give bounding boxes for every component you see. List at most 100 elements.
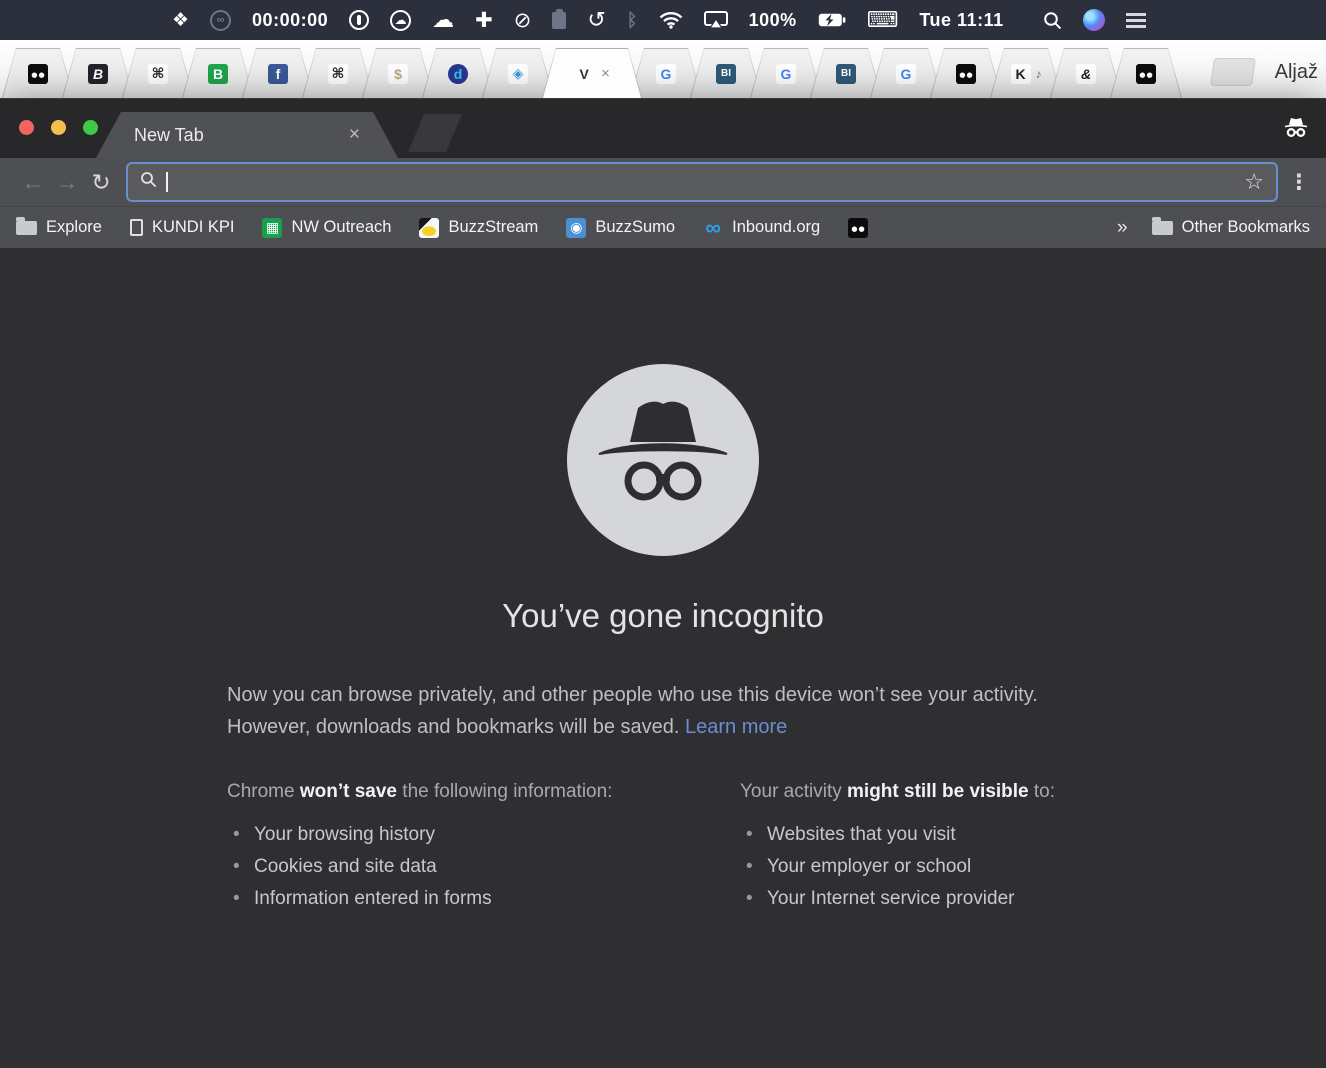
- knot-tab[interactable]: ⌘: [122, 48, 194, 98]
- dollar-tab[interactable]: $: [362, 48, 434, 98]
- dropbox-icon[interactable]: ❖: [172, 9, 189, 32]
- bookmark-nw-outreach[interactable]: ▦NW Outreach: [262, 218, 391, 238]
- bookmarks-overflow-chevron[interactable]: »: [1117, 217, 1128, 239]
- clock-label[interactable]: Tue 11:11: [919, 10, 1003, 31]
- bookmark-buzzstream[interactable]: BuzzStream: [419, 218, 538, 238]
- facebook-tab[interactable]: f: [242, 48, 314, 98]
- tab-content: G: [751, 49, 821, 98]
- siri-icon[interactable]: [1083, 9, 1105, 31]
- bookmark-label: BuzzStream: [448, 218, 538, 237]
- tab-content: $: [363, 49, 433, 98]
- k-audio-tab[interactable]: K♪: [990, 48, 1062, 98]
- macos-menu-bar: ❖ ∞ 00:00:00 ☁ ☁ ✚ ⊘ ↺ ᛒ 100%: [0, 0, 1326, 40]
- wifi-icon[interactable]: [659, 12, 683, 29]
- page-icon: [130, 219, 143, 236]
- traffic-lights: [19, 120, 98, 135]
- tab-content: B: [183, 49, 253, 98]
- active-v-tab[interactable]: V×: [542, 48, 642, 98]
- learn-more-link[interactable]: Learn more: [685, 716, 787, 738]
- circle-slash-icon[interactable]: ⊘: [514, 8, 532, 33]
- wont-save-column: Chrome won’t save the following informat…: [227, 781, 740, 915]
- knot-favicon: ⌘: [328, 64, 348, 84]
- notification-center-icon[interactable]: [1126, 13, 1146, 16]
- clipboard-icon[interactable]: [552, 12, 566, 29]
- bookmark-inbound-org[interactable]: ∞Inbound.org: [703, 218, 820, 238]
- bookmarks-right: » Other Bookmarks: [1117, 217, 1310, 239]
- other-bookmarks-folder[interactable]: Other Bookmarks: [1152, 218, 1310, 237]
- d-circle-favicon: d: [448, 64, 468, 84]
- incognito-page: You’ve gone incognito Now you can browse…: [0, 248, 1326, 1068]
- bookmark-explore[interactable]: Explore: [16, 218, 102, 237]
- new-tab-button[interactable]: [408, 114, 462, 152]
- bookmarks-bar: Explore KUNDI KPI ▦NW Outreach BuzzStream ◉B…: [0, 206, 1326, 248]
- bookmark-buzzsumo[interactable]: ◉BuzzSumo: [566, 218, 675, 238]
- password-keyhole-icon[interactable]: [349, 10, 369, 30]
- google-tab[interactable]: G: [750, 48, 822, 98]
- search-icon: [140, 171, 157, 193]
- audio-indicator-icon: ♪: [1036, 67, 1042, 81]
- omnibox[interactable]: ☆: [126, 162, 1278, 202]
- tab-content: ⌘: [303, 49, 373, 98]
- owl-icon: [848, 218, 868, 238]
- airplay-icon[interactable]: [704, 11, 728, 29]
- k-audio-favicon: K: [1011, 64, 1031, 84]
- bookmark-owl[interactable]: [848, 218, 868, 238]
- new-tab-tab[interactable]: New Tab ×: [96, 112, 398, 158]
- profile-button[interactable]: Aljaž: [1275, 61, 1318, 84]
- b-green-tab[interactable]: B: [182, 48, 254, 98]
- background-new-tab-button[interactable]: [1210, 58, 1256, 86]
- keyboard-icon[interactable]: ⌨: [867, 7, 899, 33]
- close-tab-icon[interactable]: ×: [601, 65, 610, 82]
- ampersand-tab[interactable]: &: [1050, 48, 1122, 98]
- bookmark-kundi-kpi[interactable]: KUNDI KPI: [130, 218, 235, 237]
- d-circle-tab[interactable]: d: [422, 48, 494, 98]
- bookmark-label: NW Outreach: [291, 218, 391, 237]
- knot-tab[interactable]: ⌘: [302, 48, 374, 98]
- close-window-button[interactable]: [19, 120, 34, 135]
- list-item: Information entered in forms: [227, 883, 740, 915]
- google-tab[interactable]: G: [870, 48, 942, 98]
- ampersand-favicon: &: [1076, 64, 1096, 84]
- bluetooth-icon[interactable]: ᛒ: [627, 10, 638, 31]
- b-dark-tab[interactable]: B: [62, 48, 134, 98]
- timer-label[interactable]: 00:00:00: [252, 10, 328, 31]
- google-tab[interactable]: G: [630, 48, 702, 98]
- tab-content: BI: [811, 49, 881, 98]
- owl-tab[interactable]: [2, 48, 74, 98]
- back-button[interactable]: ←: [16, 171, 50, 194]
- list-item: Your browsing history: [227, 819, 740, 851]
- bi-tab[interactable]: BI: [690, 48, 762, 98]
- creative-cloud-icon[interactable]: ∞: [210, 10, 231, 31]
- other-bookmarks-label: Other Bookmarks: [1182, 218, 1310, 237]
- tab-content: [931, 49, 1001, 98]
- forward-button[interactable]: →: [50, 171, 84, 194]
- owl-tab[interactable]: [1110, 48, 1182, 98]
- close-tab-icon[interactable]: ×: [349, 124, 360, 146]
- owl-tab[interactable]: [930, 48, 1002, 98]
- address-input[interactable]: [177, 172, 1235, 192]
- plus-badge-icon[interactable]: ✚: [475, 8, 493, 33]
- list-item: Your employer or school: [740, 851, 1099, 883]
- facebook-favicon: f: [268, 64, 288, 84]
- google-favicon: G: [776, 64, 796, 84]
- cloud-circle-icon[interactable]: ☁: [390, 10, 411, 31]
- cloud-outline-icon[interactable]: ☁: [432, 7, 454, 33]
- spotlight-search-icon[interactable]: [1043, 11, 1062, 30]
- info-columns: Chrome won’t save the following informat…: [227, 781, 1099, 915]
- bi-favicon: BI: [716, 64, 736, 84]
- battery-charging-icon[interactable]: [818, 13, 846, 27]
- minimize-window-button[interactable]: [51, 120, 66, 135]
- chrome-menu-button[interactable]: ⋮: [1288, 170, 1310, 195]
- time-machine-icon[interactable]: ↺: [587, 7, 605, 33]
- diamond-tab[interactable]: ◈: [482, 48, 554, 98]
- reload-button[interactable]: ↻: [84, 171, 118, 194]
- bookmark-star-icon[interactable]: ☆: [1244, 169, 1264, 195]
- zoom-window-button[interactable]: [83, 120, 98, 135]
- list-item: Cookies and site data: [227, 851, 740, 883]
- incognito-window: New Tab × ← → ↻: [0, 98, 1326, 1068]
- tab-content: ⌘: [123, 49, 193, 98]
- page-title: You’ve gone incognito: [502, 597, 824, 635]
- intro-paragraph: Now you can browse privately, and other …: [227, 679, 1099, 743]
- knot-favicon: ⌘: [148, 64, 168, 84]
- bi-tab[interactable]: BI: [810, 48, 882, 98]
